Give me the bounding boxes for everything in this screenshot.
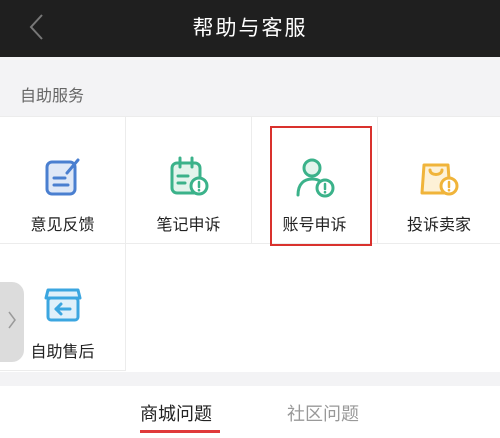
section-label: 自助服务 — [20, 86, 85, 105]
active-tab-indicator — [140, 430, 220, 433]
tab-mall-questions[interactable]: 商城问题 — [140, 400, 212, 426]
account-appeal-label: 账号申诉 — [282, 215, 347, 234]
feedback-icon — [41, 155, 85, 199]
feedback-label: 意见反馈 — [30, 215, 95, 234]
note-appeal-button[interactable]: 笔记申诉 — [126, 117, 252, 244]
feedback-button[interactable]: 意见反馈 — [0, 117, 126, 244]
complain-seller-label: 投诉卖家 — [406, 215, 471, 234]
page-title: 帮助与客服 — [192, 16, 308, 40]
tab-community-questions[interactable]: 社区问题 — [287, 400, 359, 426]
self-service-grid: 意见反馈 笔记申诉 账号申诉 投诉卖家 自助售后 — [0, 116, 500, 372]
complain-seller-button[interactable]: 投诉卖家 — [378, 117, 500, 244]
after-sales-label: 自助售后 — [30, 342, 95, 361]
after-sales-icon — [41, 282, 85, 326]
complain-seller-icon — [417, 155, 461, 199]
chevron-right-icon — [8, 311, 16, 333]
account-appeal-icon — [293, 155, 337, 199]
note-appeal-label: 笔记申诉 — [156, 215, 221, 234]
account-appeal-button[interactable]: 账号申诉 — [252, 117, 378, 244]
note-appeal-icon — [167, 155, 211, 199]
tab-bar: 商城问题 社区问题 — [0, 386, 500, 438]
top-bar: 帮助与客服 — [0, 0, 500, 57]
side-drawer-handle[interactable] — [0, 282, 24, 362]
